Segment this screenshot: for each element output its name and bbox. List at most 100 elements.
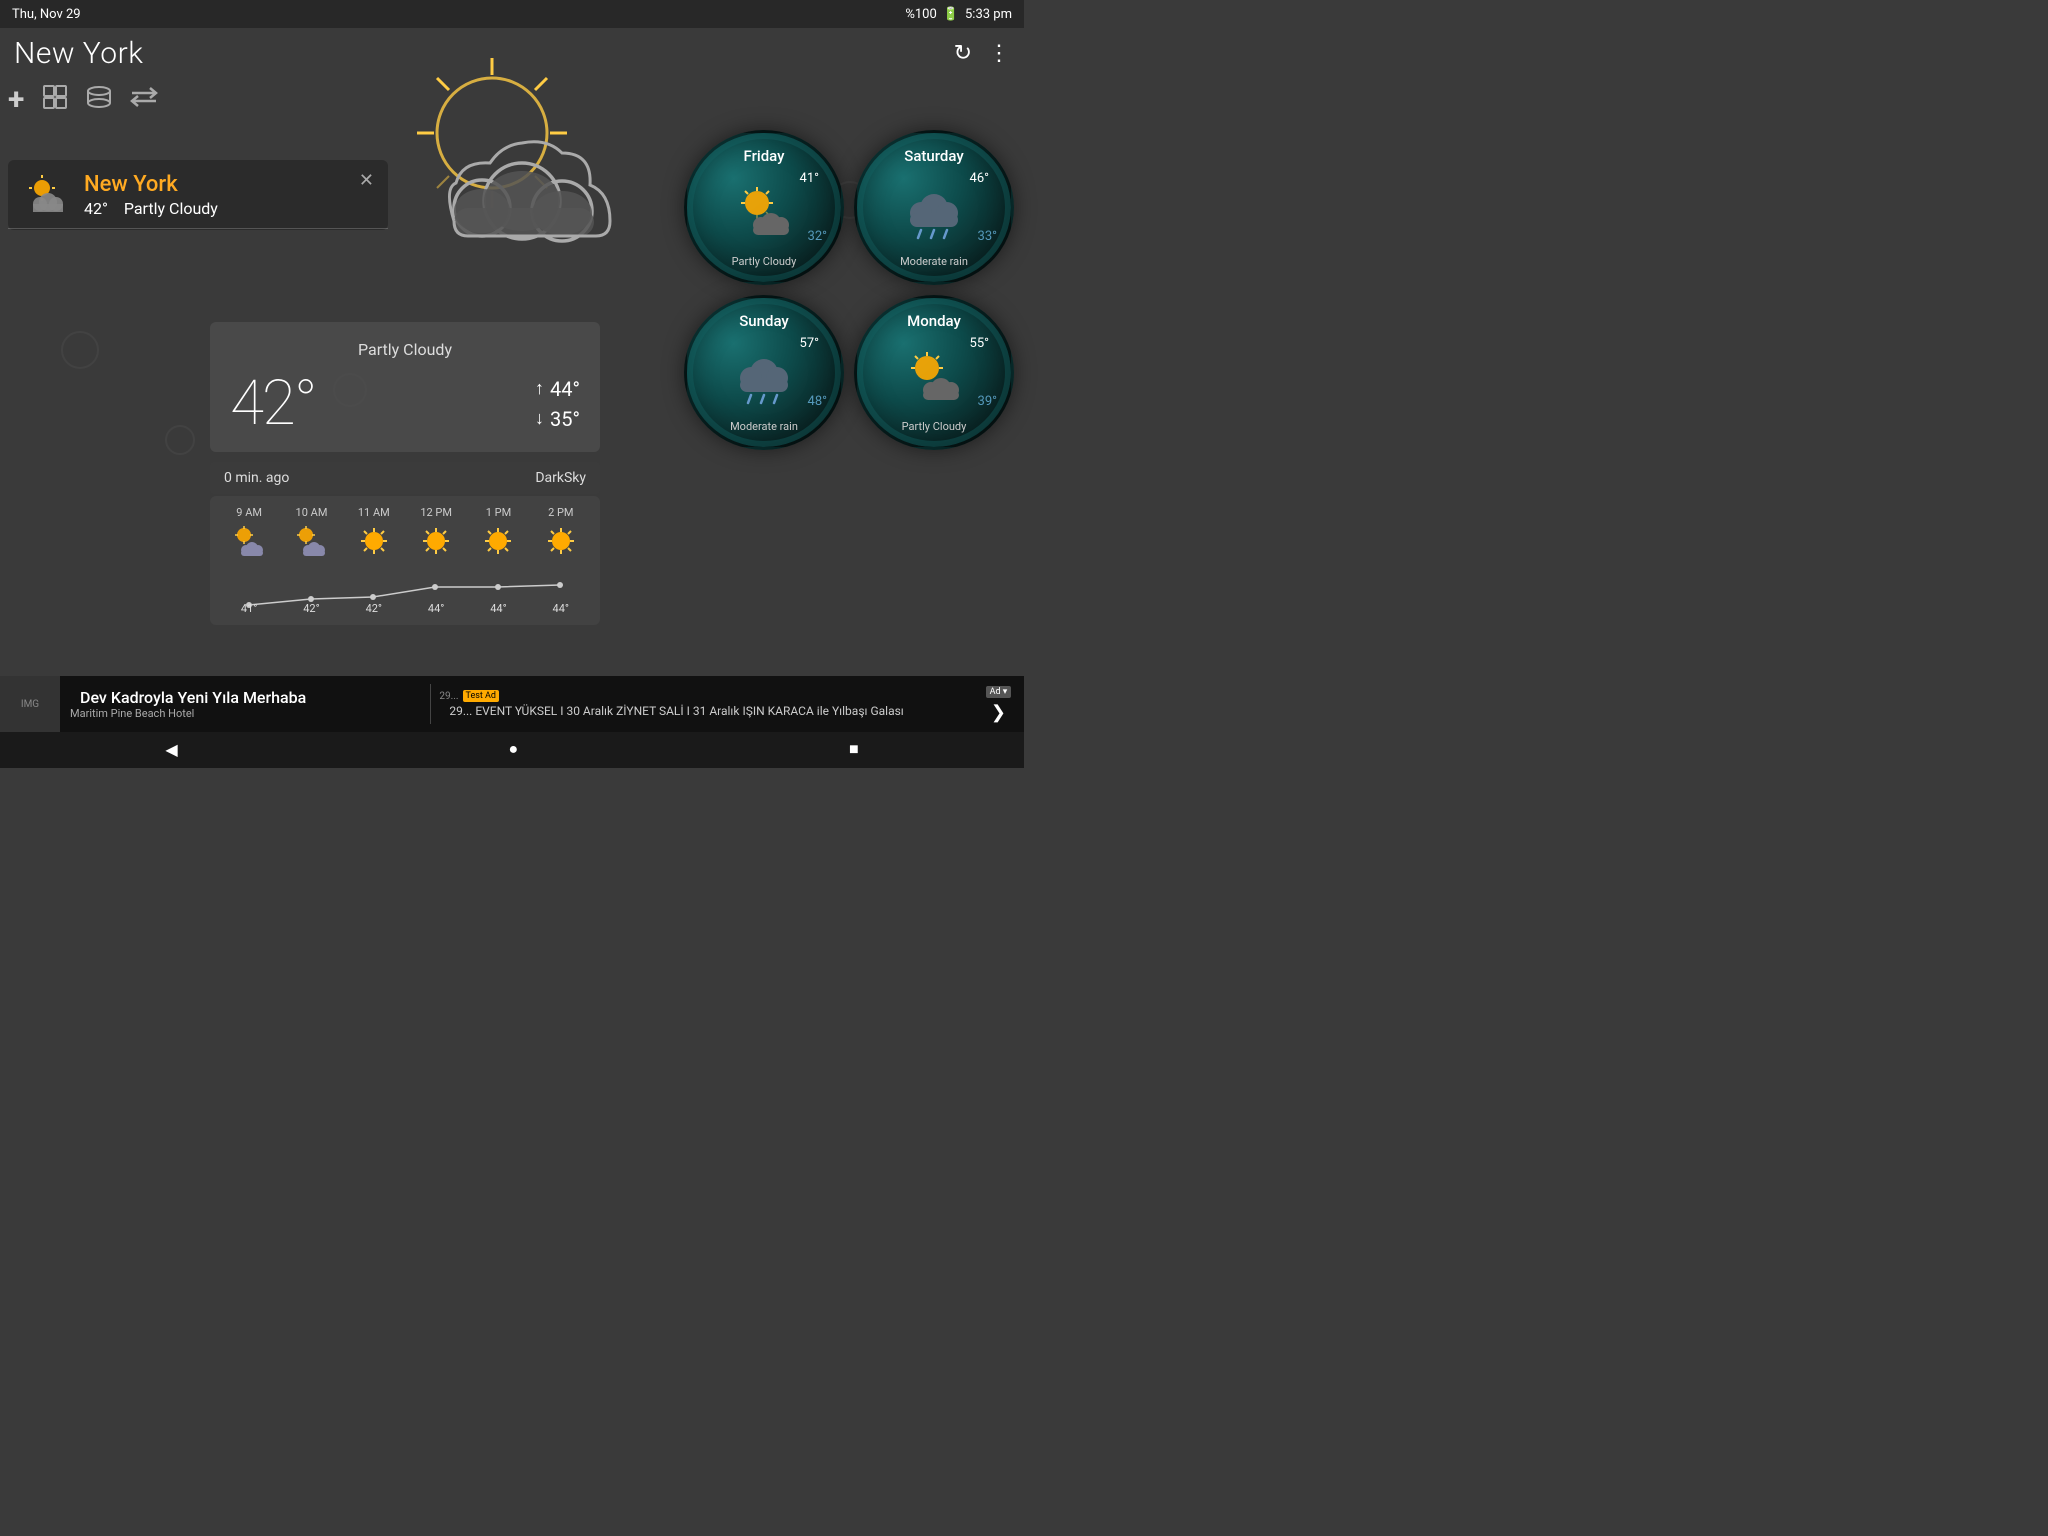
location-weather-icon bbox=[22, 170, 72, 220]
weather-hi: ↑ 44° bbox=[535, 377, 580, 401]
ad-label[interactable]: Ad ▾ bbox=[986, 686, 1012, 698]
forecast-sunday-lo: 48° bbox=[808, 394, 827, 409]
home-button[interactable]: ● bbox=[508, 741, 518, 759]
hourly-icons-row bbox=[218, 525, 592, 561]
weather-detail-card: Partly Cloudy 42° ↑ 44° ↓ 35° bbox=[210, 322, 600, 452]
hourly-icon-3 bbox=[410, 525, 462, 561]
ad-banner-image: IMG bbox=[0, 676, 60, 732]
back-button[interactable]: ◀ bbox=[165, 740, 177, 760]
update-time: 0 min. ago bbox=[224, 470, 289, 486]
hourly-label-0: 9 AM bbox=[223, 506, 275, 519]
forecast-friday-condition: Partly Cloudy bbox=[732, 255, 797, 268]
list-icon[interactable] bbox=[86, 85, 112, 115]
swap-icon[interactable] bbox=[130, 85, 158, 115]
forecast-friday-hi: 41° bbox=[800, 171, 819, 186]
hi-temp: 44° bbox=[550, 377, 580, 401]
toolbar: + bbox=[8, 82, 158, 117]
hourly-label-4: 1 PM bbox=[472, 506, 524, 519]
header-actions: ↻ ⋮ bbox=[954, 40, 1010, 66]
lo-temp: 35° bbox=[550, 407, 580, 431]
battery-level: %100 bbox=[905, 7, 936, 22]
forecast-sunday-hi: 57° bbox=[800, 336, 819, 351]
forecast-circles: Friday 41° 32° Partly Cloudy Satu bbox=[684, 130, 1014, 450]
forecast-monday-condition: Partly Cloudy bbox=[902, 420, 967, 433]
status-time: 5:33 pm bbox=[965, 7, 1012, 22]
forecast-saturday-day: Saturday bbox=[904, 147, 963, 165]
hourly-icon-1 bbox=[285, 525, 337, 561]
main-weather-icon bbox=[372, 48, 652, 268]
forecast-friday-day: Friday bbox=[744, 147, 785, 165]
forecast-sunday: Sunday 57° 48° Moderate rain bbox=[684, 295, 844, 450]
weather-hi-lo: ↑ 44° ↓ 35° bbox=[535, 377, 580, 431]
recents-button[interactable]: ■ bbox=[849, 741, 859, 759]
city-title: New York bbox=[14, 36, 143, 71]
ad-banner-content: Dev Kadroyla Yeni Yıla Merhaba Maritim P… bbox=[60, 688, 430, 720]
hourly-temp-0: 41° bbox=[223, 602, 275, 615]
arrow-up-icon: ↑ bbox=[535, 378, 544, 399]
hourly-temps-graph: 41° 42° 42° 44° 44° 44° bbox=[218, 567, 592, 617]
hourly-temp-2: 42° bbox=[348, 602, 400, 615]
update-source: DarkSky bbox=[535, 470, 586, 486]
forecast-monday-day: Monday bbox=[907, 312, 961, 330]
hourly-card: 9 AM 10 AM 11 AM 12 PM 1 PM 2 PM bbox=[210, 496, 600, 625]
system-nav-bar: ◀ ● ■ bbox=[0, 732, 1024, 768]
forecast-sunday-icon bbox=[729, 345, 799, 411]
weather-temp-row: 42° ↑ 44° ↓ 35° bbox=[230, 367, 580, 440]
hourly-label-1: 10 AM bbox=[285, 506, 337, 519]
ad-sub-text: Maritim Pine Beach Hotel bbox=[70, 707, 420, 720]
forecast-friday-lo: 32° bbox=[808, 229, 827, 244]
forecast-friday-icon bbox=[729, 181, 799, 245]
ad-right-section: 29... Test Ad 29... EVENT YÜKSEL I 30 Ar… bbox=[431, 690, 973, 718]
status-right: %100 🔋 5:33 pm bbox=[905, 7, 1012, 22]
test-ad-badge: Test Ad bbox=[463, 690, 499, 702]
hourly-label-5: 2 PM bbox=[535, 506, 587, 519]
battery-icon: 🔋 bbox=[943, 7, 959, 22]
location-temp: 42° bbox=[84, 199, 108, 218]
weather-lo: ↓ 35° bbox=[535, 407, 580, 431]
forecast-friday: Friday 41° 32° Partly Cloudy bbox=[684, 130, 844, 285]
ad-right-text: 29... EVENT YÜKSEL I 30 Aralık ZİYNET SA… bbox=[439, 704, 965, 718]
ad-test-label: 29... bbox=[439, 691, 458, 702]
ad-controls: Ad ▾ ❯ bbox=[973, 686, 1024, 723]
hourly-icon-2 bbox=[348, 525, 400, 561]
weather-main-temp: 42° bbox=[230, 367, 316, 440]
menu-button[interactable]: ⋮ bbox=[988, 40, 1010, 66]
hourly-icon-0 bbox=[223, 525, 275, 561]
hourly-icon-4 bbox=[472, 525, 524, 561]
forecast-sunday-day: Sunday bbox=[739, 312, 789, 330]
location-name: New York bbox=[84, 172, 347, 197]
forecast-saturday-condition: Moderate rain bbox=[900, 255, 968, 268]
update-bar: 0 min. ago DarkSky bbox=[210, 462, 600, 494]
location-card: New York 42° Partly Cloudy ✕ bbox=[8, 160, 388, 230]
grid-icon[interactable] bbox=[42, 84, 68, 116]
hourly-temp-1: 42° bbox=[285, 602, 337, 615]
hourly-labels: 9 AM 10 AM 11 AM 12 PM 1 PM 2 PM bbox=[218, 506, 592, 519]
forecast-monday-icon bbox=[899, 346, 969, 410]
forecast-saturday-icon bbox=[899, 180, 969, 246]
refresh-button[interactable]: ↻ bbox=[954, 40, 972, 66]
hourly-label-3: 12 PM bbox=[410, 506, 462, 519]
hourly-label-2: 11 AM bbox=[348, 506, 400, 519]
status-date: Thu, Nov 29 bbox=[12, 7, 81, 22]
hourly-temp-4: 44° bbox=[472, 602, 524, 615]
hourly-temp-3: 44° bbox=[410, 602, 462, 615]
add-icon[interactable]: + bbox=[8, 82, 24, 117]
arrow-down-icon: ↓ bbox=[535, 408, 544, 429]
status-bar: Thu, Nov 29 %100 🔋 5:33 pm bbox=[0, 0, 1024, 28]
forecast-monday-hi: 55° bbox=[970, 336, 989, 351]
location-temp-desc: 42° Partly Cloudy bbox=[84, 199, 347, 218]
weather-condition: Partly Cloudy bbox=[230, 340, 580, 359]
location-divider bbox=[8, 228, 388, 229]
location-condition: Partly Cloudy bbox=[124, 199, 218, 218]
forecast-saturday-lo: 33° bbox=[978, 229, 997, 244]
location-info: New York 42° Partly Cloudy bbox=[84, 172, 347, 218]
ad-main-text: Dev Kadroyla Yeni Yıla Merhaba bbox=[70, 688, 420, 707]
forecast-saturday: Saturday 46° 33° Moderate rain bbox=[854, 130, 1014, 285]
ad-next-button[interactable]: ❯ bbox=[981, 702, 1016, 723]
forecast-sunday-condition: Moderate rain bbox=[730, 420, 798, 433]
forecast-monday-lo: 39° bbox=[978, 394, 997, 409]
ad-banner: IMG Dev Kadroyla Yeni Yıla Merhaba Marit… bbox=[0, 676, 1024, 732]
hourly-icon-5 bbox=[535, 525, 587, 561]
forecast-monday: Monday 55° 39° Partly Cloudy bbox=[854, 295, 1014, 450]
hourly-temp-5: 44° bbox=[535, 602, 587, 615]
